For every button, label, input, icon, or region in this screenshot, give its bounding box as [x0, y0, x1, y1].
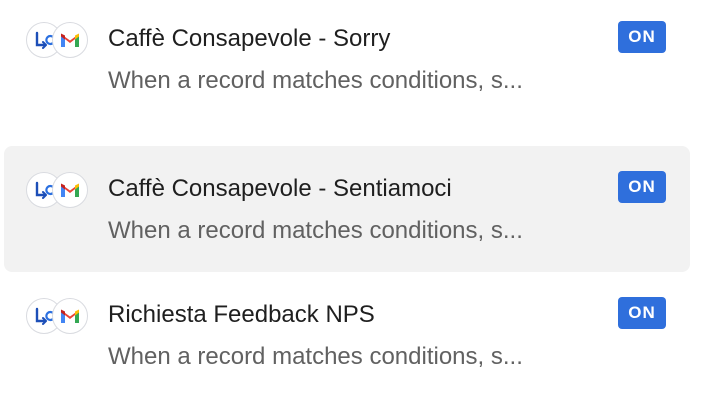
gmail-icon	[52, 298, 88, 334]
automation-row[interactable]: Caffè Consapevole - Sorry When a record …	[4, 0, 690, 122]
automation-description: When a record matches conditions, s...	[108, 217, 523, 244]
status-badge[interactable]: ON	[618, 297, 666, 329]
integration-icons	[26, 298, 96, 334]
integration-icons	[26, 22, 96, 58]
status-badge[interactable]: ON	[618, 171, 666, 203]
automation-row[interactable]: Caffè Consapevole - Sentiamoci When a re…	[4, 146, 690, 272]
gmail-icon	[52, 172, 88, 208]
gmail-icon	[52, 22, 88, 58]
automation-description: When a record matches conditions, s...	[108, 343, 523, 370]
automation-title: Caffè Consapevole - Sentiamoci	[108, 175, 452, 202]
status-badge[interactable]: ON	[618, 21, 666, 53]
automation-row[interactable]: Richiesta Feedback NPS When a record mat…	[4, 272, 690, 398]
integration-icons	[26, 172, 96, 208]
automation-description: When a record matches conditions, s...	[108, 67, 523, 94]
automation-list: Caffè Consapevole - Sorry When a record …	[0, 0, 704, 400]
automation-title: Richiesta Feedback NPS	[108, 301, 375, 328]
automation-title: Caffè Consapevole - Sorry	[108, 25, 391, 52]
